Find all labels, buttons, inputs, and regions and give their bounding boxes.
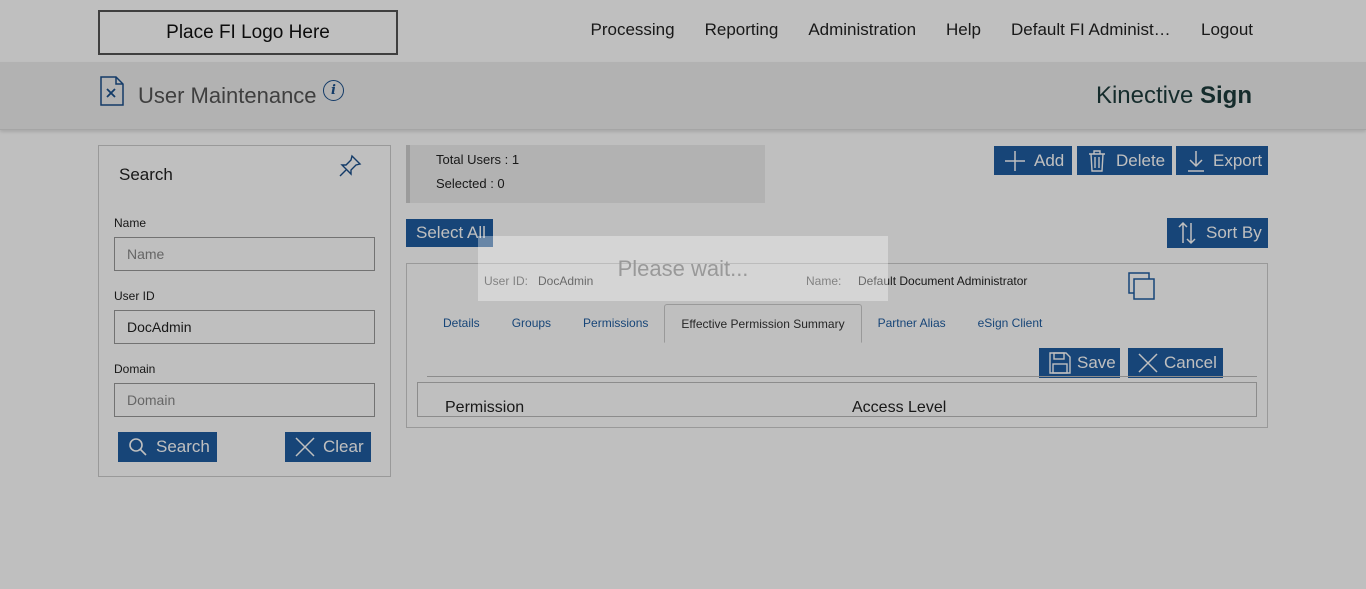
please-wait-message: Please wait...	[478, 236, 888, 301]
